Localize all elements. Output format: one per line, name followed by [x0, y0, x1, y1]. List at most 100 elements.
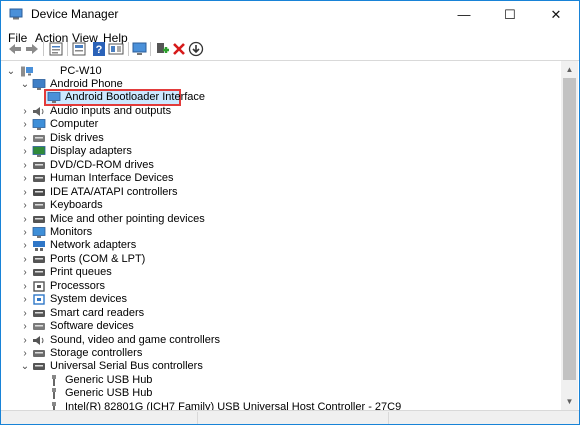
expand-icon[interactable]: ›	[20, 159, 30, 172]
expand-icon[interactable]: ›	[20, 145, 30, 158]
expand-icon[interactable]: ›	[20, 118, 30, 131]
tree-item-label: Disk drives	[50, 131, 104, 144]
mouse-icon	[33, 215, 45, 223]
expand-icon[interactable]: ›	[20, 226, 30, 239]
tree-item-label: System devices	[50, 293, 128, 306]
tree-category[interactable]: › Storage controllers	[20, 347, 542, 360]
expand-icon[interactable]: ›	[20, 293, 30, 306]
toolbar-separator	[43, 42, 44, 56]
tree-category[interactable]: › Human Interface Devices	[20, 172, 542, 185]
tree-category[interactable]: › Computer	[20, 118, 542, 131]
scrollbar-thumb[interactable]	[563, 78, 576, 380]
tree-category[interactable]: › Ports (COM & LPT)	[20, 253, 542, 266]
tree-category[interactable]: › Smart card readers	[20, 307, 542, 320]
tree-root[interactable]: ⌄ PC-W10	[6, 65, 126, 78]
status-cell	[1, 412, 198, 424]
system-icon	[33, 294, 45, 305]
software-icon	[33, 323, 45, 331]
tree-category[interactable]: › Software devices	[20, 320, 542, 333]
expand-icon[interactable]: ›	[20, 213, 30, 226]
menu-bar: File Action View Help	[1, 29, 579, 47]
uninstall-icon[interactable]	[171, 41, 187, 57]
tree-item-selected[interactable]: Android Bootloader Interface	[35, 91, 542, 104]
scan-hardware-icon[interactable]	[132, 41, 148, 57]
tree-category[interactable]: › Display adapters	[20, 145, 542, 158]
tree-category[interactable]: ⌄ Universal Serial Bus controllers	[20, 360, 542, 373]
tree-item-label: DVD/CD-ROM drives	[50, 158, 154, 171]
help-icon[interactable]: ?	[91, 41, 107, 57]
tree-category[interactable]: › Processors	[20, 280, 542, 293]
update-icon[interactable]	[188, 41, 204, 57]
minimize-button[interactable]: —	[441, 1, 487, 29]
tree-device[interactable]: Intel(R) 82801G (ICH7 Family) USB Univer…	[35, 401, 542, 410]
tree-item-label: Storage controllers	[50, 347, 143, 359]
usb-plug-icon	[52, 388, 56, 400]
expand-icon[interactable]: ›	[20, 320, 30, 333]
expand-icon[interactable]: ›	[20, 347, 30, 360]
expand-icon[interactable]: ›	[20, 266, 30, 279]
tree-item-label: Android Bootloader Interface	[65, 91, 206, 104]
show-hidden-icon[interactable]	[108, 41, 124, 57]
expand-icon[interactable]: ›	[20, 172, 30, 185]
scroll-up-icon[interactable]: ▲	[561, 61, 578, 78]
expand-icon[interactable]: ›	[20, 253, 30, 266]
tree-category[interactable]: › Monitors	[20, 226, 542, 239]
tree-category[interactable]: › Sound, video and game controllers	[20, 334, 542, 347]
tree-device[interactable]: Generic USB Hub	[35, 374, 542, 387]
expand-icon[interactable]: ›	[20, 132, 30, 145]
vertical-scrollbar[interactable]: ▲ ▼	[561, 61, 578, 410]
tree-item-label: Intel(R) 82801G (ICH7 Family) USB Univer…	[65, 400, 402, 410]
forward-icon[interactable]	[24, 41, 40, 57]
tree-item-label: Computer	[50, 118, 99, 131]
tree-category[interactable]: › Network adapters	[20, 239, 542, 252]
update-driver-icon[interactable]	[71, 41, 87, 57]
tree-item-label: Generic USB Hub	[65, 373, 153, 386]
device-tree[interactable]: ⌄ PC-W10 ⌄ Android Phone Android Bootloade…	[2, 61, 561, 410]
tree-category[interactable]: › Print queues	[20, 266, 542, 279]
keyboard-icon	[33, 202, 45, 210]
expand-icon[interactable]: ›	[20, 280, 30, 293]
window-title: Device Manager	[31, 7, 119, 21]
properties-icon[interactable]	[48, 41, 64, 57]
collapse-icon[interactable]: ⌄	[20, 360, 30, 373]
scroll-down-icon[interactable]: ▼	[561, 393, 578, 410]
dvd-icon	[33, 161, 45, 169]
expand-icon[interactable]: ›	[20, 199, 30, 212]
tree-category[interactable]: › Keyboards	[20, 199, 542, 212]
card-reader-icon	[33, 309, 45, 317]
tree-category[interactable]: › Disk drives	[20, 132, 542, 145]
collapse-icon[interactable]: ⌄	[6, 65, 16, 78]
expand-icon[interactable]: ›	[20, 334, 30, 347]
tree-device[interactable]: Generic USB Hub	[35, 387, 542, 400]
storage-icon	[33, 350, 45, 357]
expand-icon[interactable]: ›	[20, 239, 30, 252]
tree-item-label: Display adapters	[50, 145, 132, 158]
tree-category[interactable]: › System devices	[20, 293, 542, 306]
tree-item-label: Android Phone	[50, 78, 123, 90]
device-icon	[47, 92, 61, 104]
port-icon	[33, 255, 45, 263]
collapse-icon[interactable]: ⌄	[20, 78, 30, 91]
tree-category[interactable]: › Mice and other pointing devices	[20, 213, 542, 226]
toolbar-separator	[150, 42, 151, 56]
expand-icon[interactable]: ›	[20, 307, 30, 320]
close-button[interactable]: ✕	[533, 1, 579, 29]
enable-device-icon[interactable]	[154, 41, 170, 57]
tree-category[interactable]: › DVD/CD-ROM drives	[20, 159, 542, 172]
display-adapter-icon	[32, 146, 46, 158]
back-icon[interactable]	[7, 41, 23, 57]
expand-icon[interactable]: ›	[20, 186, 30, 199]
tree-item-label: Ports (COM & LPT)	[50, 252, 146, 265]
tree-category[interactable]: › Audio inputs and outputs	[20, 105, 542, 118]
title-bar[interactable]: Device Manager — ☐ ✕	[1, 1, 579, 29]
device-manager-icon	[9, 8, 23, 20]
tree-item-label: Smart card readers	[50, 306, 145, 319]
tree-category[interactable]: › IDE ATA/ATAPI controllers	[20, 186, 542, 199]
monitor-icon	[32, 227, 46, 238]
expand-icon[interactable]: ›	[20, 105, 30, 118]
tree-category[interactable]: ⌄ Android Phone	[20, 78, 542, 91]
processor-icon	[33, 281, 45, 292]
maximize-button[interactable]: ☐	[487, 1, 533, 29]
tree-item-label: Universal Serial Bus controllers	[50, 360, 203, 373]
tree-item-label: Mice and other pointing devices	[50, 212, 205, 225]
